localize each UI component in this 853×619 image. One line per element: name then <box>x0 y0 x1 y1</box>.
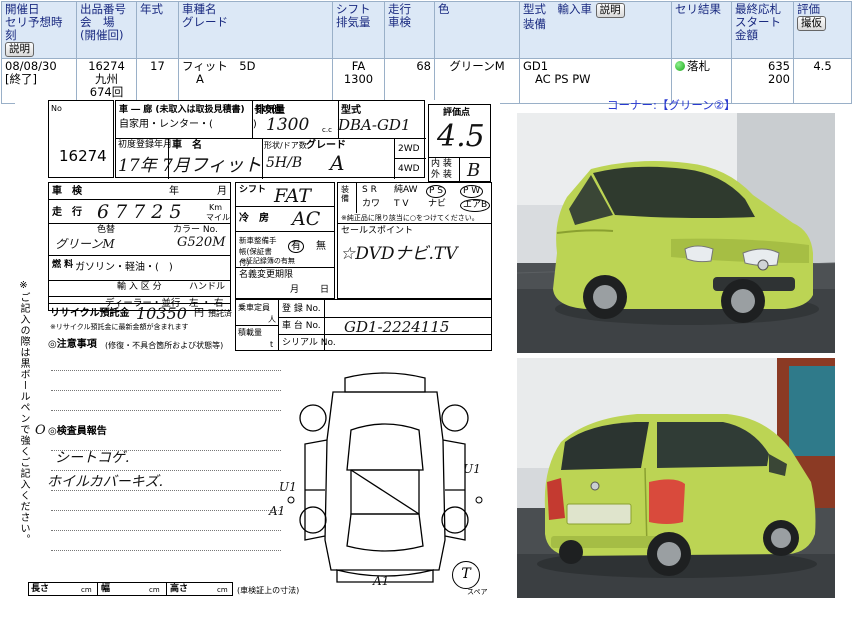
side-instruction: ※ご記入の際は黒ボールペンで強くご記入ください。 <box>18 280 29 545</box>
score-box: 評価点 4.5 内 装 外 装 B <box>428 104 491 182</box>
header-year: 年式 <box>136 1 179 59</box>
mark-o: O <box>35 423 46 438</box>
inspector-note-2: ホイルカバーキズ. <box>47 474 164 490</box>
recycle-row: リサイクル預託金 10350 円 預託済 ※リサイクル預託金に最新金額が含まれま… <box>48 303 232 331</box>
header-result: セリ結果 <box>671 1 732 59</box>
header-mileage: 走行 車検 <box>384 1 435 59</box>
car-front-image <box>517 113 835 353</box>
vehicle-photo-front[interactable] <box>517 113 835 353</box>
cell-year: 17 <box>136 58 179 104</box>
header-price: 最終応札 スタート金額 <box>731 1 794 59</box>
header-score: 評価 撮仮 <box>793 1 852 59</box>
header-model: 車種名 グレード <box>178 1 333 59</box>
mark-a1-bottom: A1 <box>373 574 390 588</box>
spare-label: スペア <box>467 588 488 596</box>
equipment-salespoint-block: 装 備 S R 純AW P S P W カワ T V ナビ エアB ※純正品に限… <box>337 182 492 299</box>
notes-title: ◎注意事項 <box>48 339 97 350</box>
mark-u1-left: U1 <box>279 480 297 494</box>
cell-shift: FA 1300 <box>332 58 385 104</box>
lot-number-box: No 16274 <box>48 100 114 178</box>
spare-tire-icon: T <box>452 561 480 589</box>
header-type: 型式 輸入車 説明 装備 <box>519 1 672 59</box>
sold-status-icon <box>675 61 685 71</box>
mark-u1-right: U1 <box>463 462 481 476</box>
car-damage-diagram[interactable] <box>285 370 485 590</box>
cell-date: 08/08/30 [終了] <box>1 58 77 104</box>
header-lot: 出品番号 会 場 (開催回) <box>76 1 137 59</box>
cell-model: フィット 5D A <box>178 58 333 104</box>
cell-mileage: 68 <box>384 58 435 104</box>
notes-subtitle: (修復・不具合箇所および状態等) <box>105 341 224 350</box>
explain-button-date[interactable]: 説明 <box>5 42 34 57</box>
cell-color: グリーンM <box>434 58 520 104</box>
dimension-note: (車検証上の寸法) <box>237 586 300 595</box>
cell-lot: 16274 九州 674回 <box>76 58 137 104</box>
shift-ac-block: シフト FAT 冷 房 AC 新車整備手帳(保証書付) 有 無 ※証記録簿の有無… <box>235 182 335 299</box>
lot-table: 開催日 セリ予想時刻 説明 出品番号 会 場 (開催回) 年式 車種名 グレード… <box>1 1 852 104</box>
score-button[interactable]: 撮仮 <box>797 16 826 31</box>
dimensions-row: 長さ cm 幅 cm 高さ cm <box>28 582 233 596</box>
car-rear-image <box>517 358 835 598</box>
table-header-row: 開催日 セリ予想時刻 説明 出品番号 会 場 (開催回) 年式 車種名 グレード… <box>1 1 852 59</box>
cell-score: 4.5 <box>793 58 852 104</box>
inspector-title: ◎検査員報告 <box>48 426 107 437</box>
header-date: 開催日 セリ予想時刻 説明 <box>1 1 77 59</box>
header-shift: シフト 排気量 <box>332 1 385 59</box>
auction-sheet[interactable]: ※ご記入の際は黒ボールペンで強くご記入ください。 No 16274 車 ― 廊 … <box>15 100 500 600</box>
header-color: 色 <box>434 1 520 59</box>
registration-block: 乗車定員 人 積載量 t 登 録 No. 車 台 No. GD1-2224115… <box>235 299 492 351</box>
corner-label: コーナー:【グリーン②】 <box>607 98 736 112</box>
mark-a1-left: A1 <box>269 504 286 518</box>
inspection-mileage-block: 車 検 年 月 走 行 67725 Km マイル 色替 カラー No. グリーン… <box>48 182 231 297</box>
vehicle-photo-rear[interactable] <box>517 358 835 598</box>
cell-price: 635 200 <box>731 58 794 104</box>
inspector-note-1: シートコゲ. <box>55 450 130 466</box>
vehicle-info-grid: 車 ― 廊 (未取入は取扱見積書) その他 自家用・レンター・( ) 排気量 1… <box>115 100 426 179</box>
explain-button-type[interactable]: 説明 <box>595 3 625 18</box>
